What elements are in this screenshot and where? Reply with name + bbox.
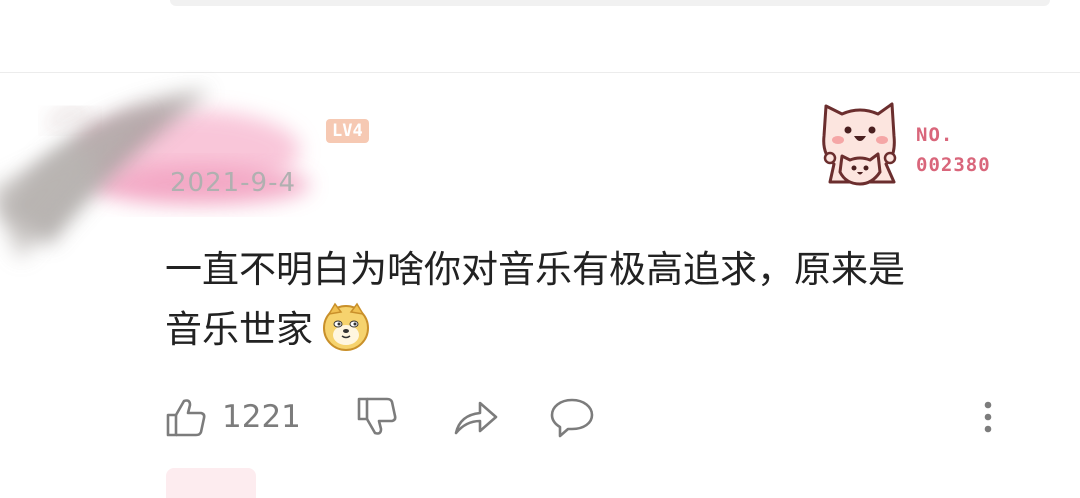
fan-badge-number: 002380 xyxy=(916,154,991,176)
fan-badge-label: NO. xyxy=(916,124,954,146)
reply-chip[interactable] xyxy=(166,468,256,498)
comment-text-line-2: 音乐世家 xyxy=(165,300,1035,360)
more-button[interactable] xyxy=(972,390,1004,444)
comment-date: 2021-9-4 xyxy=(170,168,297,198)
previous-item-strip xyxy=(170,0,1050,6)
cat-mascot-icon xyxy=(822,102,897,186)
thumbs-up-icon xyxy=(166,399,206,437)
dislike-button[interactable] xyxy=(355,390,399,444)
more-vertical-icon xyxy=(984,401,992,433)
fan-badge[interactable]: NO. 002380 xyxy=(812,96,1012,188)
comment-text-line-2-text: 音乐世家 xyxy=(165,308,313,351)
comment-icon xyxy=(550,398,594,438)
level-badge: LV4 xyxy=(326,119,369,143)
like-count: 1221 xyxy=(222,399,301,435)
thumbs-down-icon xyxy=(357,397,397,435)
share-icon xyxy=(454,401,498,435)
share-button[interactable] xyxy=(452,390,500,444)
reply-button[interactable] xyxy=(548,390,596,444)
action-bar: 1221 xyxy=(160,390,1040,444)
comment-text: 一直不明白为啥你对音乐有极高追求，原来是 音乐世家 xyxy=(165,240,1035,360)
like-button[interactable]: 1221 xyxy=(164,390,301,444)
doge-emoji-icon xyxy=(323,302,369,351)
comment-text-line-1: 一直不明白为啥你对音乐有极高追求，原来是 xyxy=(165,248,905,291)
